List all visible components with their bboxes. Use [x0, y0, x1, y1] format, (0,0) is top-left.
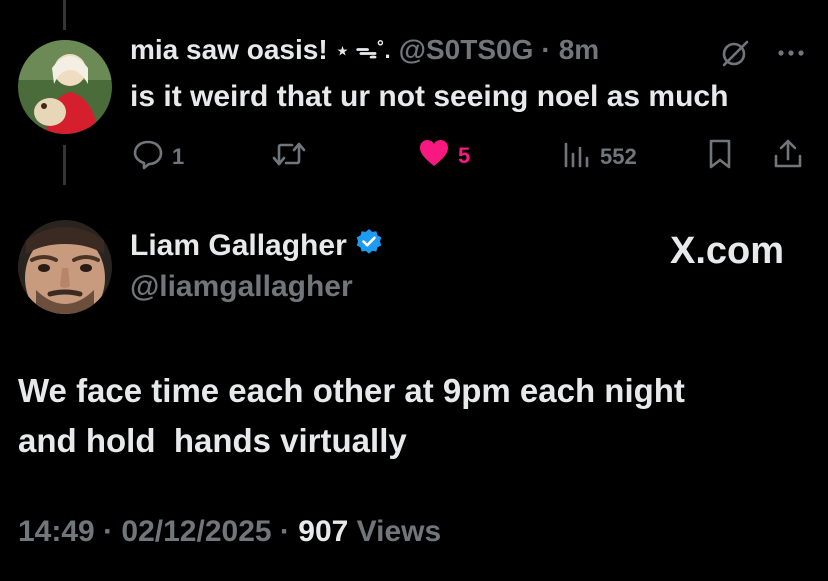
reply-action-bar: 1 5 552 [132, 136, 812, 172]
post-meta: 14:49 · 02/12/2025 · 907 Views [18, 515, 441, 549]
share-icon [772, 138, 804, 176]
post-views-label: Views [356, 515, 442, 548]
reply-display-name[interactable]: mia saw oasis! [130, 34, 328, 66]
bookmark-icon [706, 138, 734, 176]
views-count: 552 [600, 144, 637, 169]
like-button[interactable]: 5 [418, 138, 470, 174]
analytics-icon [562, 138, 592, 176]
more-icon[interactable] [776, 38, 806, 73]
like-count: 5 [458, 143, 471, 168]
share-button[interactable] [772, 138, 804, 176]
repost-icon [272, 138, 306, 176]
post-views-count[interactable]: 907 [298, 515, 348, 548]
thread-line-connector [63, 145, 66, 185]
post-body-line: We face time each other at 9pm each nigh… [18, 372, 685, 409]
heart-icon [418, 138, 450, 174]
post-time[interactable]: 14:49 [18, 515, 95, 548]
author-handle[interactable]: @liamgallagher [130, 270, 353, 304]
brand-text: X.com [670, 230, 785, 272]
reply-name-decoration: ⋆ ᯓ˚. [335, 38, 391, 63]
reply-button[interactable]: 1 [132, 138, 184, 176]
author-name-row: Liam Gallagher [130, 228, 383, 264]
repost-button[interactable] [272, 138, 314, 176]
author-name[interactable]: Liam Gallagher [130, 229, 347, 263]
reply-time[interactable]: 8m [559, 34, 599, 66]
reply-avatar[interactable] [18, 40, 112, 134]
meta-separator: · [103, 515, 114, 548]
post-date[interactable]: 02/12/2025 [121, 515, 271, 548]
comment-icon [132, 138, 164, 176]
reply-top-actions [720, 38, 806, 73]
thread-line-top [63, 0, 66, 30]
author-avatar[interactable] [18, 220, 112, 314]
reply-separator: · [541, 34, 551, 65]
reply-handle[interactable]: @S0TS0G [399, 34, 534, 66]
reply-header: mia saw oasis! ⋆ ᯓ˚. @S0TS0G · 8m [130, 34, 599, 66]
reply-count: 1 [172, 144, 185, 169]
post-body: We face time each other at 9pm each nigh… [18, 366, 808, 466]
brand-watermark: X.com [670, 230, 784, 273]
views-button[interactable]: 552 [562, 138, 637, 176]
post-body-line: and hold hands virtually [18, 422, 407, 459]
reply-text: is it weird that ur not seeing noel as m… [130, 80, 729, 113]
meta-separator: · [279, 515, 290, 548]
verified-badge-icon [355, 228, 383, 264]
grok-icon[interactable] [720, 38, 750, 73]
bookmark-button[interactable] [706, 138, 734, 176]
